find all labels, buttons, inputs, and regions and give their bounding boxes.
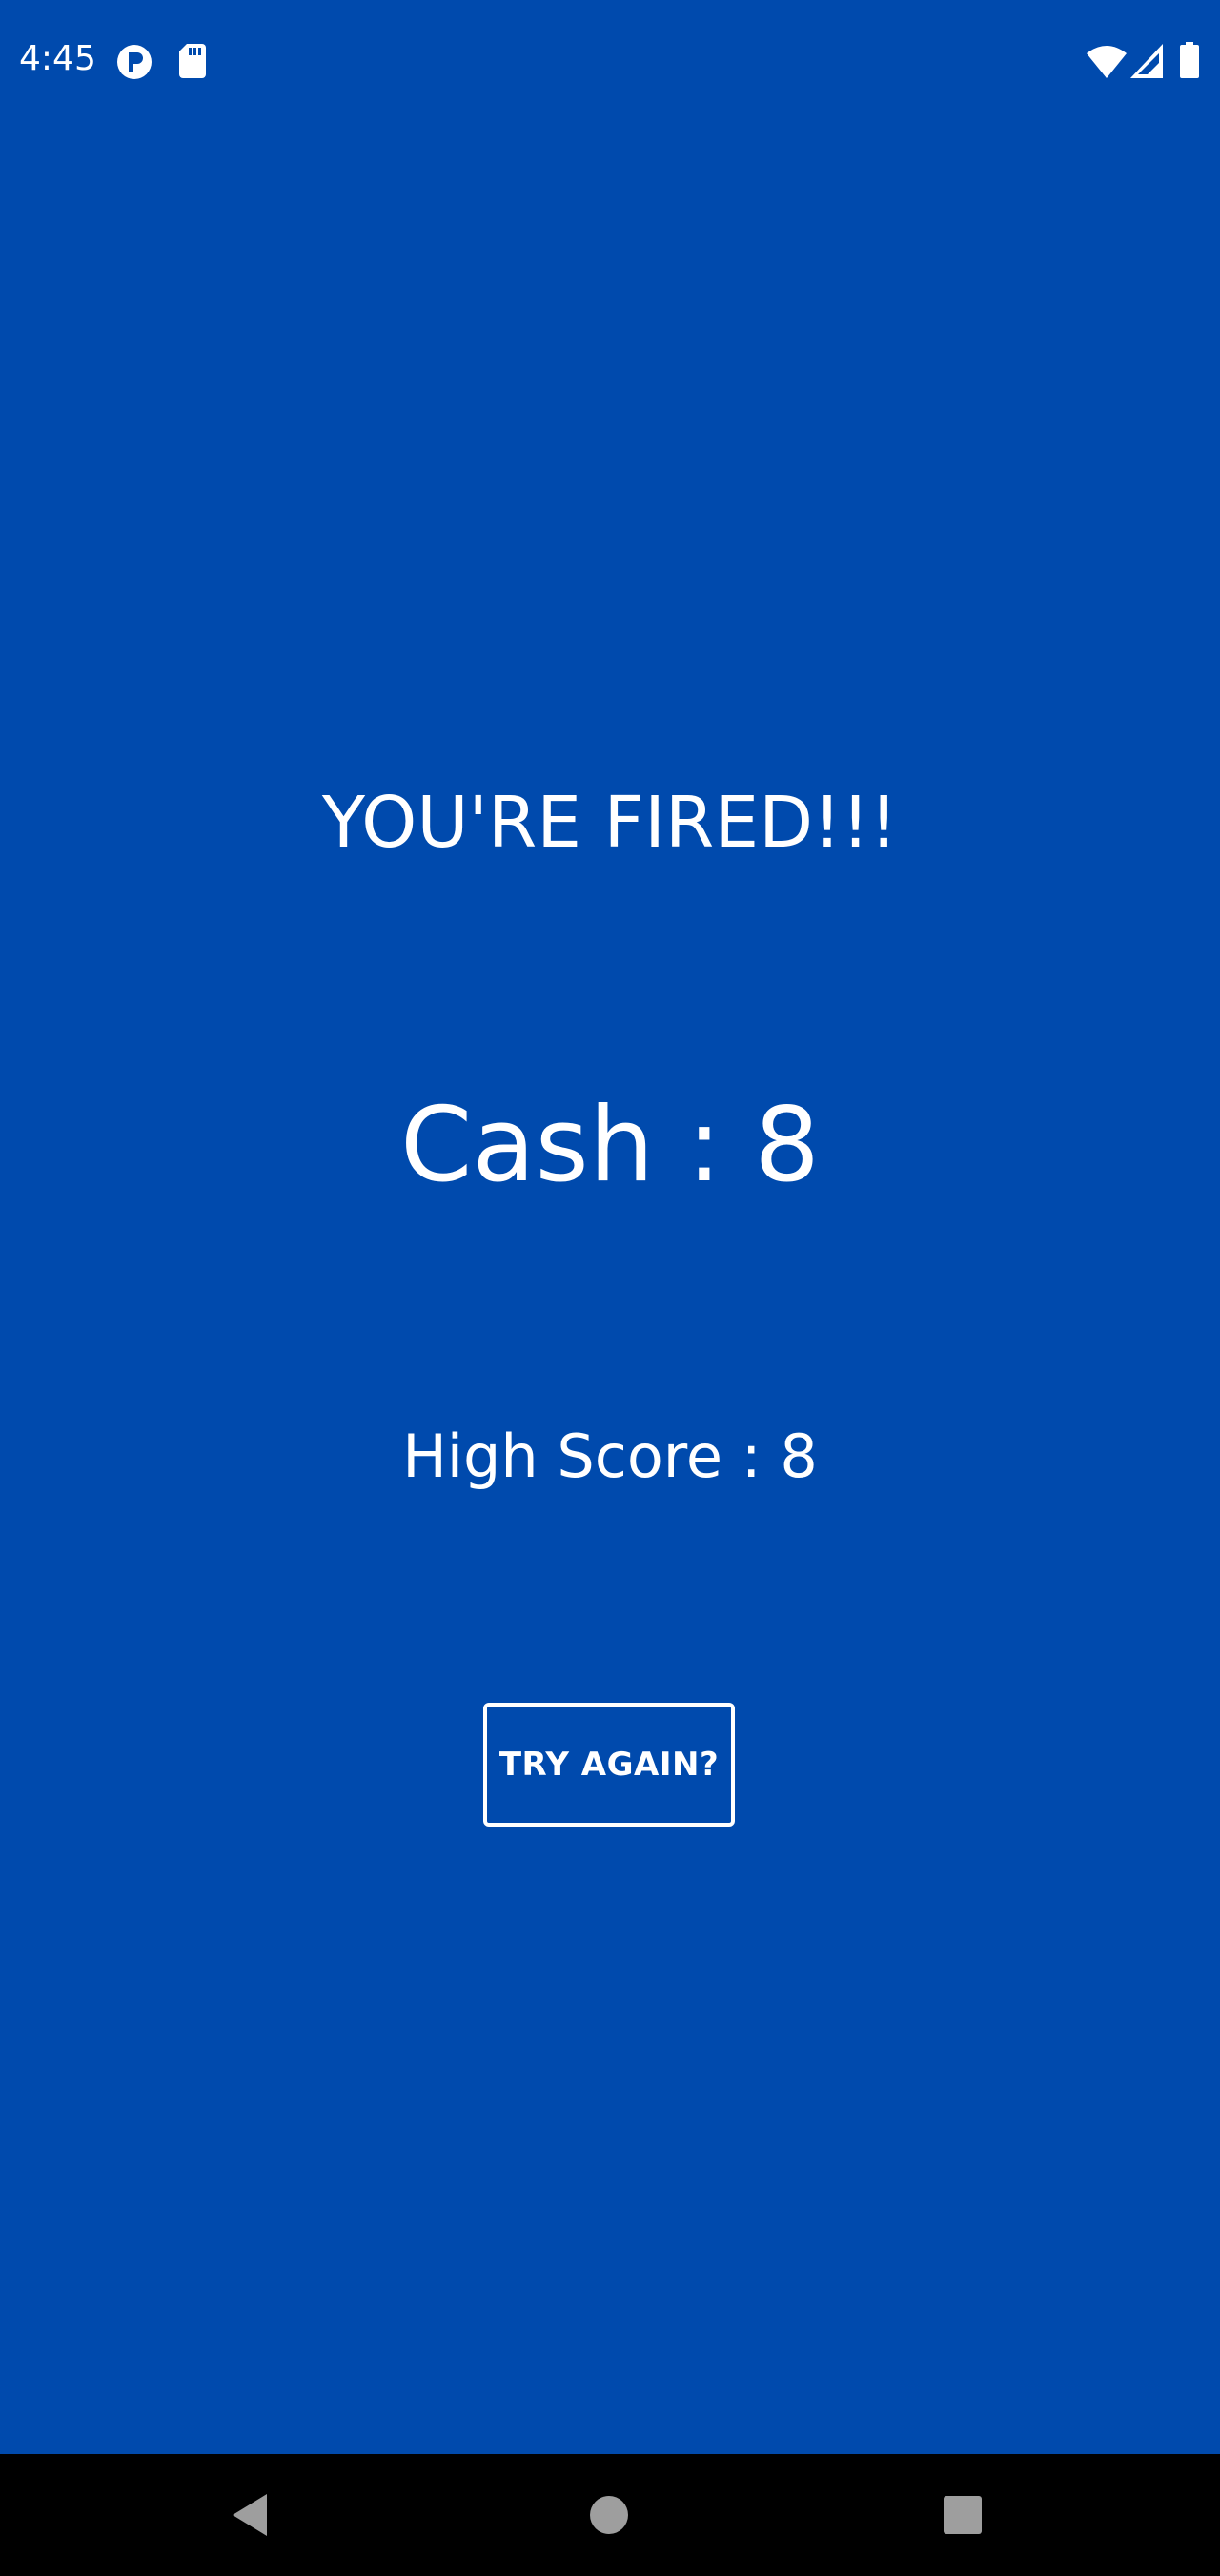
status-time: 4:45 bbox=[19, 39, 96, 78]
wifi-icon bbox=[1087, 46, 1127, 78]
status-bar: 4:45 bbox=[0, 0, 1220, 124]
home-icon[interactable] bbox=[580, 2486, 638, 2544]
game-over-screen: 4:45 YOU'RE FIRED!!! Cash : 8 High Score… bbox=[0, 0, 1220, 2576]
back-icon[interactable] bbox=[225, 2486, 282, 2544]
try-again-button[interactable]: TRY AGAIN? bbox=[483, 1703, 735, 1827]
cash-score: Cash : 8 bbox=[399, 1086, 821, 1205]
p-app-icon bbox=[117, 45, 152, 79]
high-score: High Score : 8 bbox=[402, 1421, 818, 1491]
recents-icon[interactable] bbox=[934, 2486, 991, 2544]
navigation-bar bbox=[0, 2454, 1220, 2576]
battery-icon bbox=[1180, 42, 1199, 78]
sd-card-icon bbox=[179, 44, 206, 78]
signal-icon bbox=[1130, 44, 1163, 78]
fired-headline: YOU'RE FIRED!!! bbox=[321, 782, 899, 864]
